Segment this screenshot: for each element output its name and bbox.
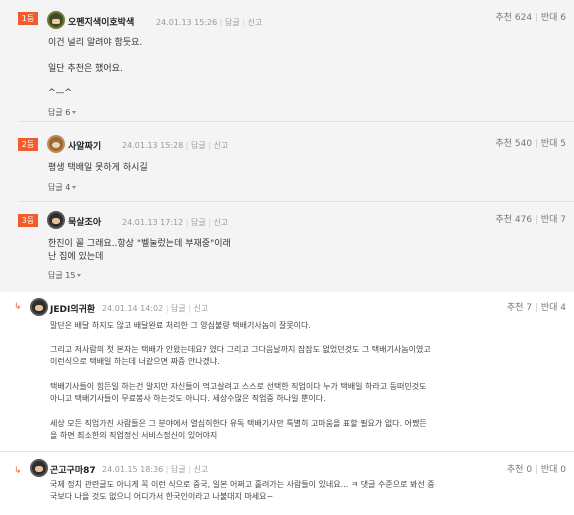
downvote-button[interactable]: 반대 0 xyxy=(541,465,566,475)
report-link[interactable]: 신고 xyxy=(214,141,229,150)
nickname[interactable]: 묵살조아 xyxy=(68,215,101,228)
reply-text-line: 택배기사들이 힘든일 하는건 알지만 자신들이 먹고살려고 스스로 선택한 직업… xyxy=(50,382,427,391)
best-comment: 3등 묵살조아 24.01.13 17:12 | 답글 | 신고 추천 476 … xyxy=(18,206,574,286)
reply-text-line: 국보다 나을 것도 없으니 어디가서 한국인이라고 나불대지 마세요~ xyxy=(50,492,274,501)
vote-counts: 추천 624 | 반대 6 xyxy=(495,13,566,23)
comment-text-line: 일단 추천은 했어요. xyxy=(48,64,123,74)
reply-text-line: 을 하면 최소한의 직업정신 서비스정신이 있어야지 xyxy=(50,431,218,440)
report-link[interactable]: 신고 xyxy=(214,218,229,227)
vote-counts: 추천 540 | 반대 5 xyxy=(495,139,566,149)
upvote-button[interactable]: 추천 0 xyxy=(507,465,532,475)
downvote-button[interactable]: 반대 7 xyxy=(541,215,566,225)
reply-text-line: 세상 모든 직업가진 사람들은 그 분야에서 열심히한다 유독 택배기사만 특별… xyxy=(50,419,427,428)
avatar[interactable] xyxy=(47,11,65,29)
nickname[interactable]: JEDI의귀환 xyxy=(50,302,95,315)
upvote-button[interactable]: 추천 624 xyxy=(495,13,532,23)
rank-badge: 3등 xyxy=(18,214,38,227)
reply-arrow-icon: ↳ xyxy=(14,466,22,476)
report-link[interactable]: 신고 xyxy=(194,465,209,474)
avatar[interactable] xyxy=(30,298,48,316)
comment-text-line: 이건 널리 알려야 함듯요. xyxy=(48,38,143,48)
upvote-button[interactable]: 추천 7 xyxy=(507,303,532,313)
report-link[interactable]: 신고 xyxy=(248,18,263,27)
reply-link[interactable]: 답글 xyxy=(225,18,240,27)
avatar[interactable] xyxy=(47,135,65,153)
upvote-button[interactable]: 추천 476 xyxy=(495,215,532,225)
comment-text-line: 평생 택배일 못하게 하시길 xyxy=(48,163,148,173)
timestamp: 24.01.15 18:36 xyxy=(102,465,164,474)
comment-meta: 24.01.14 14:02 | 답글 | 신고 xyxy=(102,304,209,313)
comment-meta: 24.01.15 18:36 | 답글 | 신고 xyxy=(102,465,209,474)
nickname[interactable]: 곤고구마87 xyxy=(50,463,96,476)
triangle-down-icon xyxy=(77,274,82,277)
nickname[interactable]: 사알짜기 xyxy=(68,139,101,152)
timestamp: 24.01.13 15:26 xyxy=(156,18,218,27)
reply-text-line: 이런식으로 택배일 하는데 너같으면 짜증 안나겠냐. xyxy=(50,357,220,366)
rank-badge: 1등 xyxy=(18,12,38,25)
reply-text-line: 그리고 저사람의 첫 본자는 택배가 안왔는데요? 였다 그리고 그다음날까지 … xyxy=(50,345,431,354)
reply-toggle-button[interactable]: 답글 15 xyxy=(48,270,82,281)
vote-counts: 추천 7 | 반대 4 xyxy=(506,303,566,313)
downvote-button[interactable]: 반대 5 xyxy=(541,139,566,149)
comment-text-line: 난 집에 있는데 xyxy=(48,252,104,262)
timestamp: 24.01.13 15:28 xyxy=(122,141,184,150)
reply-link[interactable]: 답글 xyxy=(171,465,186,474)
upvote-button[interactable]: 추천 540 xyxy=(495,139,532,149)
reply-count: 답글 4 xyxy=(48,183,71,192)
comment-text-line: ^—^ xyxy=(48,88,73,98)
reply-count: 답글 15 xyxy=(48,271,76,280)
nickname[interactable]: 오펜지색이호박색 xyxy=(68,15,134,28)
avatar[interactable] xyxy=(47,211,65,229)
best-comment: 1등 오펜지색이호박색 24.01.13 15:26 | 답글 | 신고 추천 … xyxy=(18,4,574,122)
comment-meta: 24.01.13 15:28 | 답글 | 신고 xyxy=(122,141,229,150)
reply-count: 답글 6 xyxy=(48,108,71,117)
rank-badge: 2등 xyxy=(18,138,38,151)
comment-meta: 24.01.13 15:26 | 답글 | 신고 xyxy=(156,18,263,27)
triangle-down-icon xyxy=(72,111,77,114)
timestamp: 24.01.14 14:02 xyxy=(102,304,164,313)
reply-link[interactable]: 답글 xyxy=(171,304,186,313)
comment-text-line: 한진이 꼴 그래요..항상 "벨눌렀는데 부재중"이래 xyxy=(48,239,231,249)
reply-text-line: 말단은 배달 하지도 않고 배달완료 처리한 그 양심불량 택배기사놈이 잘못이… xyxy=(50,321,311,330)
reply-comment: ↳ 곤고구마87 24.01.15 18:36 | 답글 | 신고 추천 0 |… xyxy=(0,456,574,515)
comment-meta: 24.01.13 17:12 | 답글 | 신고 xyxy=(122,218,229,227)
triangle-down-icon xyxy=(72,186,77,189)
reply-arrow-icon: ↳ xyxy=(14,302,22,312)
reply-text-line: 국제 정치 관련글도 아니게 꼭 이런 식으로 중국, 일본 어쩌고 흘려가는 … xyxy=(50,480,435,489)
downvote-button[interactable]: 반대 4 xyxy=(541,303,566,313)
report-link[interactable]: 신고 xyxy=(194,304,209,313)
vote-counts: 추천 476 | 반대 7 xyxy=(495,215,566,225)
reply-text-line: 아니고 택배기사들이 무료봉사 하는것도 아니다. 세상수많은 직업중 하나일 … xyxy=(50,394,326,403)
downvote-button[interactable]: 반대 6 xyxy=(541,13,566,23)
avatar[interactable] xyxy=(30,459,48,477)
vote-counts: 추천 0 | 반대 0 xyxy=(506,465,566,475)
timestamp: 24.01.13 17:12 xyxy=(122,218,184,227)
reply-link[interactable]: 답글 xyxy=(191,218,206,227)
reply-toggle-button[interactable]: 답글 4 xyxy=(48,182,77,193)
reply-toggle-button[interactable]: 답글 6 xyxy=(48,107,77,118)
best-comments-section: 1등 오펜지색이호박색 24.01.13 15:26 | 답글 | 신고 추천 … xyxy=(0,0,574,292)
reply-link[interactable]: 답글 xyxy=(191,141,206,150)
reply-comment: ↳ JEDI의귀환 24.01.14 14:02 | 답글 | 신고 추천 7 … xyxy=(0,292,574,452)
best-comment: 2등 사알짜기 24.01.13 15:28 | 답글 | 신고 추천 540 … xyxy=(18,130,574,202)
